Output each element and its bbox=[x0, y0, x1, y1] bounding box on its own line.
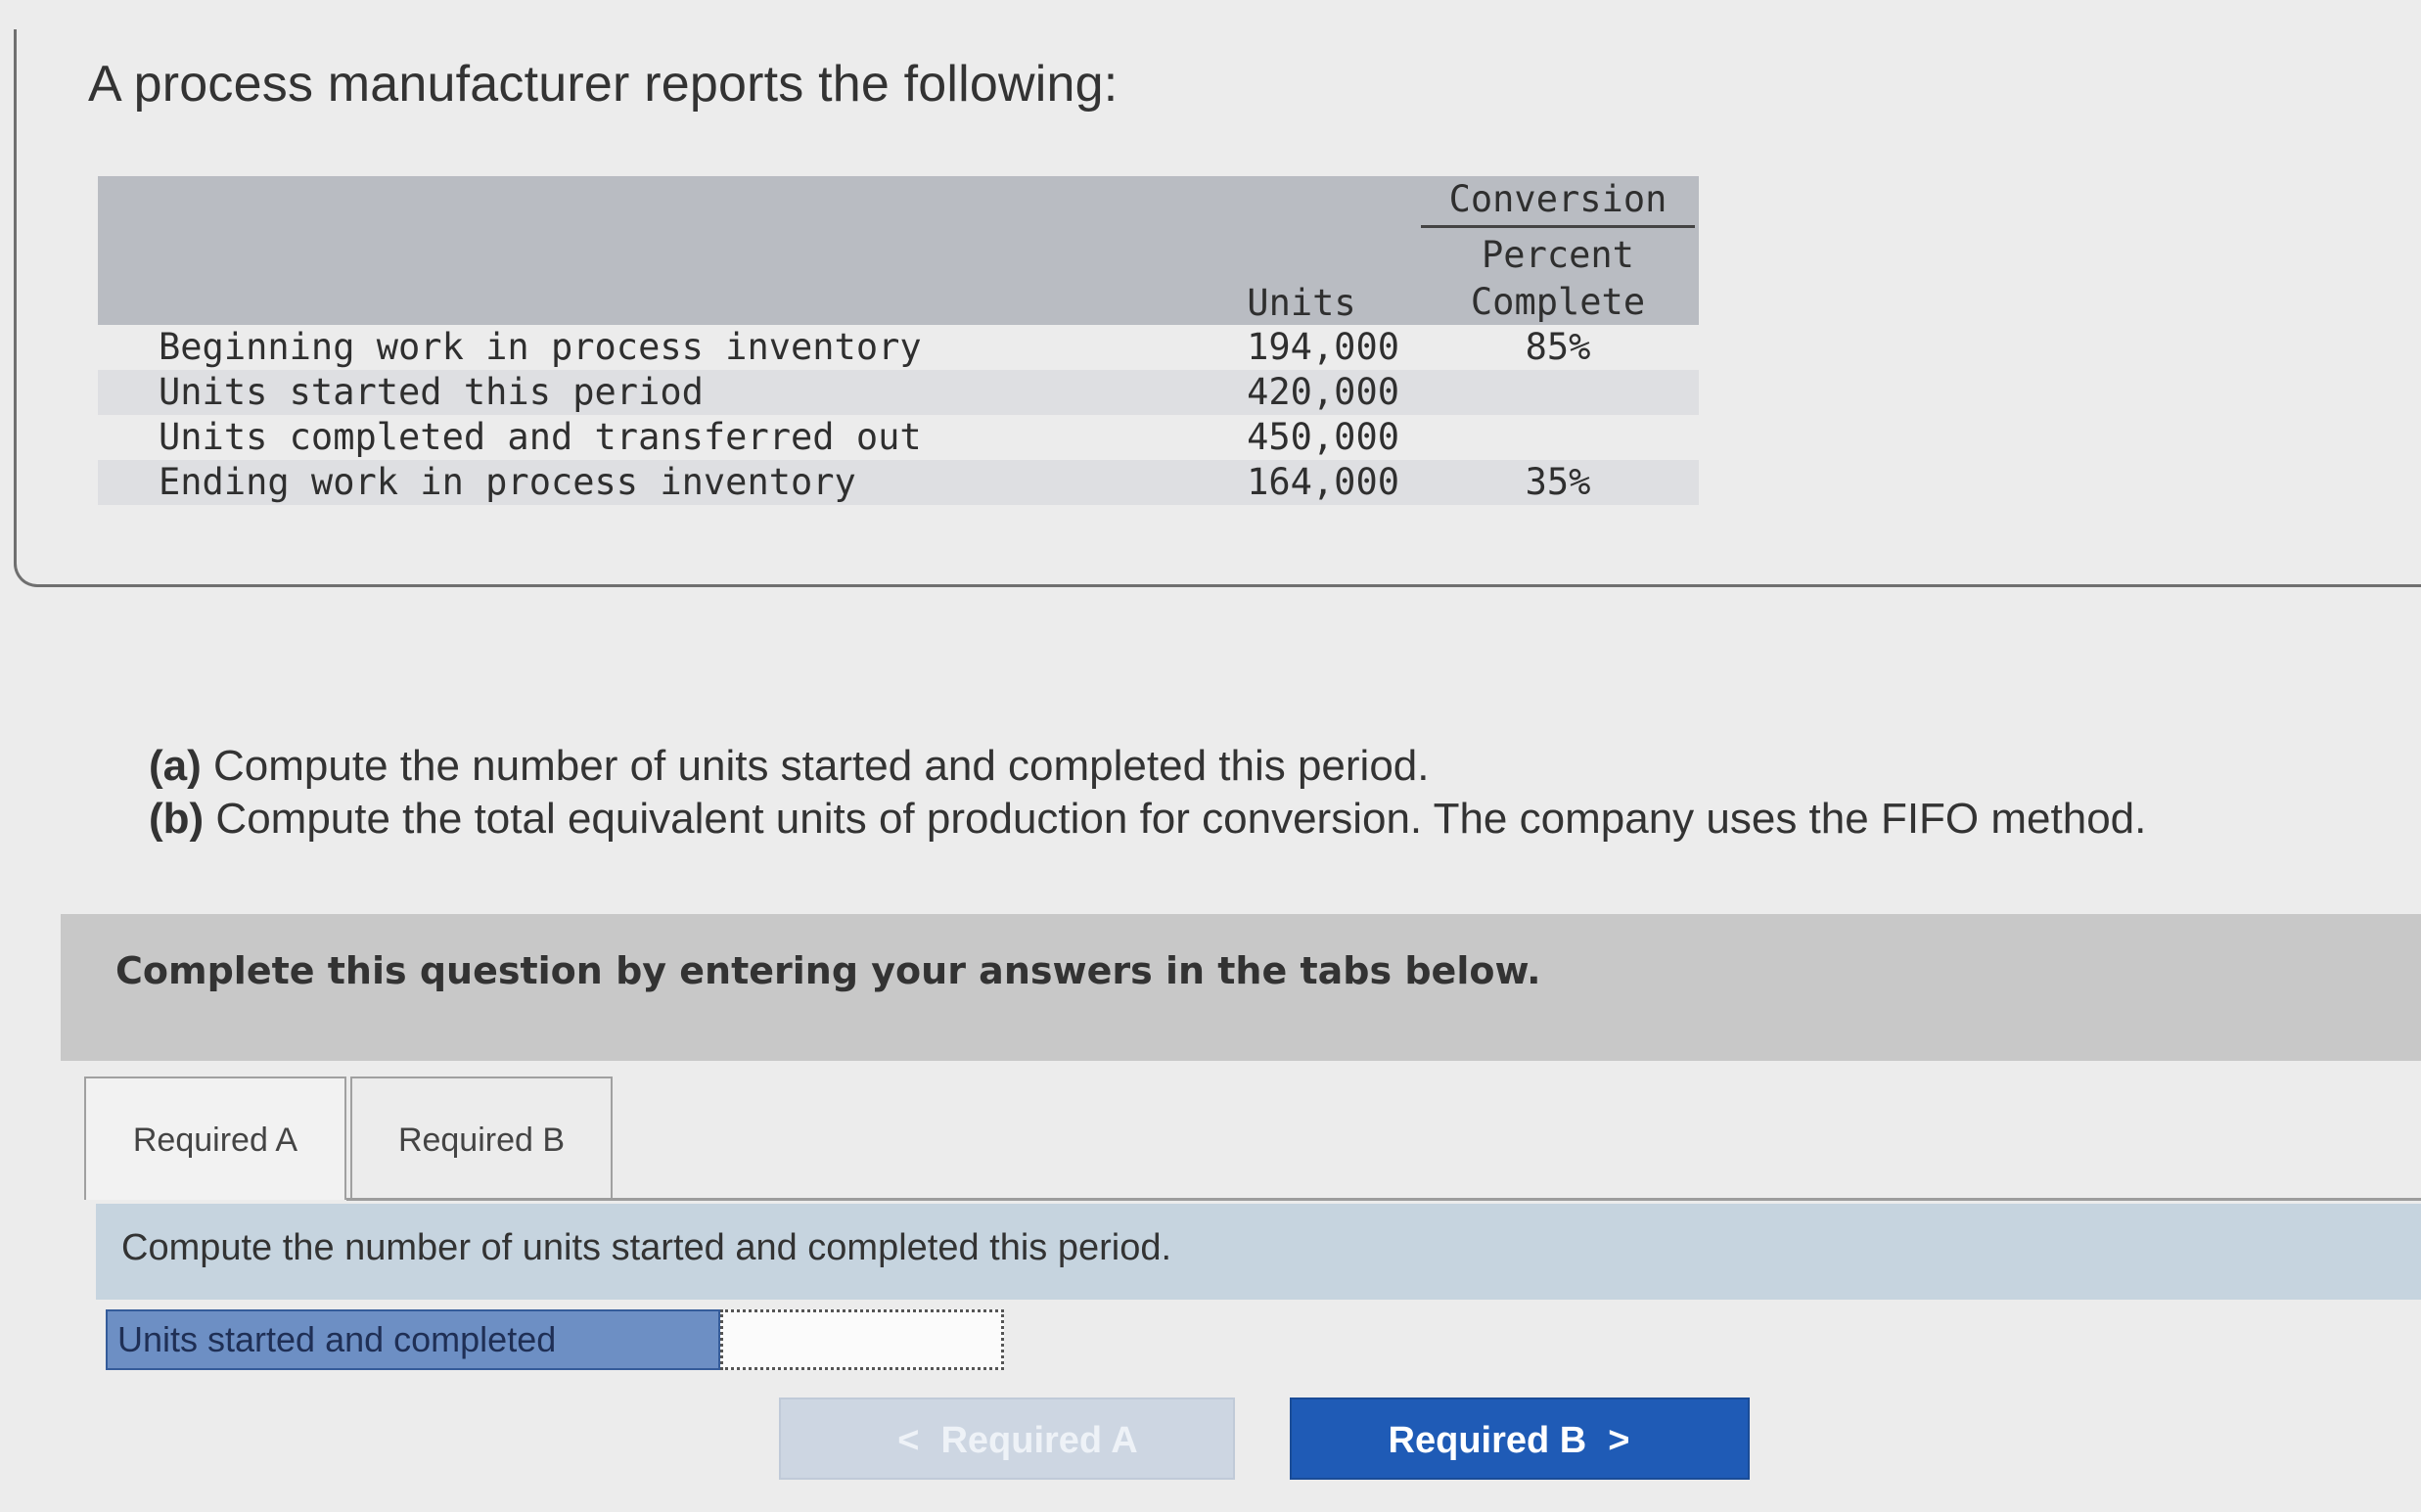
header-conversion: Conversion Percent Complete bbox=[1421, 176, 1695, 326]
table-row: Units completed and transferred out 450,… bbox=[98, 415, 1699, 460]
row-label: Ending work in process inventory bbox=[159, 461, 856, 503]
question-a-tag: (a) bbox=[149, 742, 202, 790]
prev-required-a-button[interactable]: < Required A bbox=[779, 1397, 1235, 1480]
answer-prompt-strip: Compute the number of units started and … bbox=[96, 1204, 2421, 1300]
next-button-label: Required B bbox=[1388, 1420, 1587, 1461]
row-units: 164,000 bbox=[1247, 461, 1399, 503]
tab-required-b[interactable]: Required B bbox=[350, 1077, 613, 1200]
table-row: Ending work in process inventory 164,000… bbox=[98, 460, 1699, 505]
row-label: Units completed and transferred out bbox=[159, 416, 922, 458]
problem-intro: A process manufacturer reports the follo… bbox=[88, 56, 1119, 113]
answer-field-label: Units started and completed bbox=[106, 1309, 720, 1370]
instruction-text: Complete this question by entering your … bbox=[115, 949, 1541, 992]
question-a-text: Compute the number of units started and … bbox=[213, 742, 1430, 790]
row-percent: 85% bbox=[1525, 326, 1591, 368]
next-required-b-button[interactable]: Required B > bbox=[1290, 1397, 1750, 1480]
header-units: Units bbox=[1247, 282, 1356, 324]
tab-required-a[interactable]: Required A bbox=[84, 1077, 346, 1200]
header-conversion-line3: Complete bbox=[1470, 281, 1646, 323]
questions: (a) Compute the number of units started … bbox=[149, 740, 2146, 846]
row-units: 450,000 bbox=[1247, 416, 1399, 458]
header-conversion-line2: Percent bbox=[1482, 234, 1634, 276]
row-percent: 35% bbox=[1525, 461, 1591, 503]
row-units: 194,000 bbox=[1247, 326, 1399, 368]
header-conversion-title: Conversion bbox=[1421, 176, 1695, 228]
chevron-left-icon: < bbox=[897, 1420, 920, 1461]
units-started-completed-input[interactable] bbox=[720, 1309, 1004, 1370]
row-units: 420,000 bbox=[1247, 371, 1399, 413]
question-a: (a) Compute the number of units started … bbox=[149, 740, 2146, 793]
question-b-tag: (b) bbox=[149, 795, 205, 843]
question-b: (b) Compute the total equivalent units o… bbox=[149, 793, 2146, 846]
table-row: Units started this period 420,000 bbox=[98, 370, 1699, 415]
question-b-text: Compute the total equivalent units of pr… bbox=[215, 795, 2147, 843]
row-label: Units started this period bbox=[159, 371, 704, 413]
answer-prompt: Compute the number of units started and … bbox=[121, 1227, 1172, 1268]
tab-divider bbox=[346, 1198, 2421, 1201]
table-row: Beginning work in process inventory 194,… bbox=[98, 325, 1699, 370]
chevron-right-icon: > bbox=[1608, 1420, 1630, 1461]
table-header: Units Conversion Percent Complete bbox=[98, 176, 1699, 325]
row-label: Beginning work in process inventory bbox=[159, 326, 922, 368]
prev-button-label: Required A bbox=[940, 1420, 1138, 1461]
instruction-banner: Complete this question by entering your … bbox=[61, 914, 2421, 1061]
